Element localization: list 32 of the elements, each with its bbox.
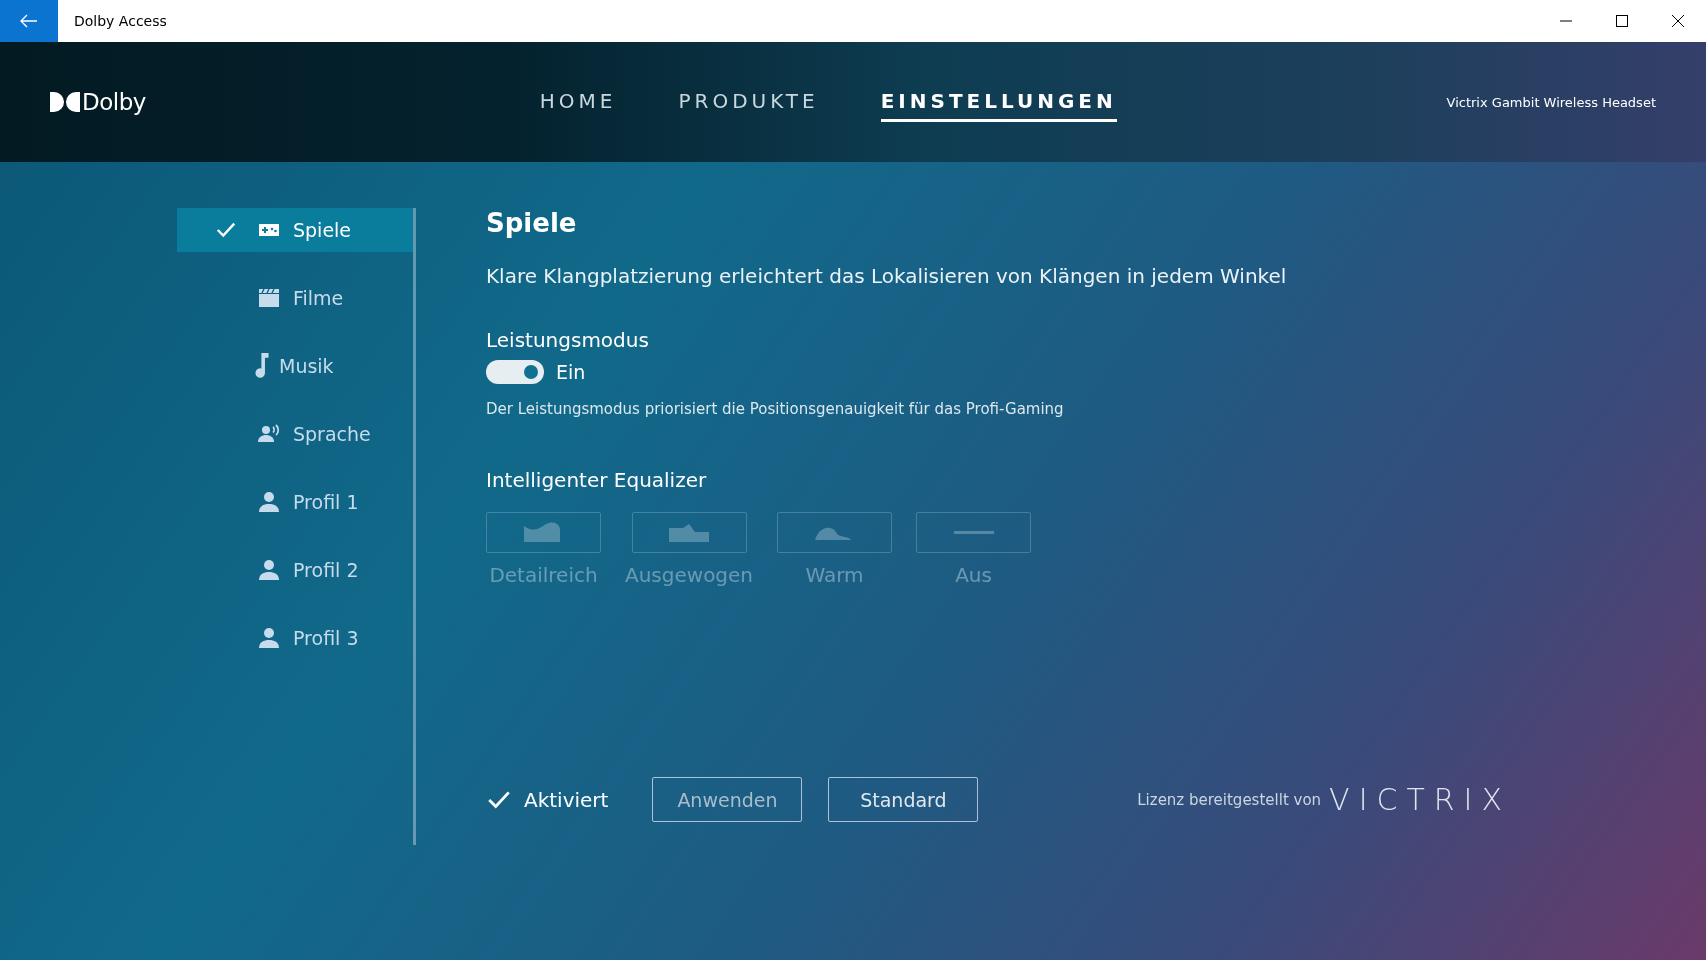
sidebar-item[interactable]: Filme: [177, 276, 413, 320]
device-name: Victrix Gambit Wireless Headset: [1446, 94, 1656, 110]
license-text: Lizenz bereitgestellt von: [1137, 790, 1322, 809]
sidebar-item[interactable]: Profil 2: [177, 548, 413, 592]
sidebar-item[interactable]: Profil 1: [177, 480, 413, 524]
sidebar-item[interactable]: Spiele: [177, 208, 413, 252]
toggle-state: Ein: [556, 361, 586, 383]
logo-text: Dolby: [82, 89, 146, 115]
logo-icon: [50, 92, 80, 112]
performance-mode-description: Der Leistungsmodus priorisiert die Positionsgenauigkeit für das Profi-Gaming: [486, 400, 1065, 418]
sidebar-item[interactable]: Musik: [177, 344, 413, 388]
performance-mode-label: Leistungsmodus: [486, 328, 650, 352]
maximize-icon: [1616, 15, 1628, 27]
nav-tab[interactable]: EINSTELLUNGEN: [880, 82, 1117, 122]
nav-tab[interactable]: HOME: [539, 82, 617, 122]
activated-checkbox[interactable]: Aktiviert: [486, 786, 609, 813]
performance-mode-toggle[interactable]: [486, 360, 544, 384]
music-note-icon: [255, 353, 269, 379]
section-title: Spiele: [486, 208, 578, 240]
close-icon: [1672, 15, 1684, 27]
sidebar-item[interactable]: Sprache: [177, 412, 413, 456]
equalizer-label: Intelligenter Equalizer: [486, 468, 708, 492]
action-button[interactable]: Standard: [828, 777, 979, 822]
equalizer-curve-icon: [953, 531, 994, 534]
window-title: Dolby Access: [74, 13, 168, 29]
sidebar-item[interactable]: Profil 3: [177, 616, 413, 660]
back-button[interactable]: [0, 0, 58, 42]
equalizer-curve-icon: [669, 521, 709, 544]
back-arrow-icon: [20, 14, 38, 28]
section-description: Klare Klangplatzierung erleichtert das Lokalisieren von Klängen in jedem Winkel: [486, 264, 1288, 288]
brand-logo: VICTRIX: [1329, 782, 1511, 817]
nav-tab[interactable]: PRODUKTE: [678, 82, 819, 122]
